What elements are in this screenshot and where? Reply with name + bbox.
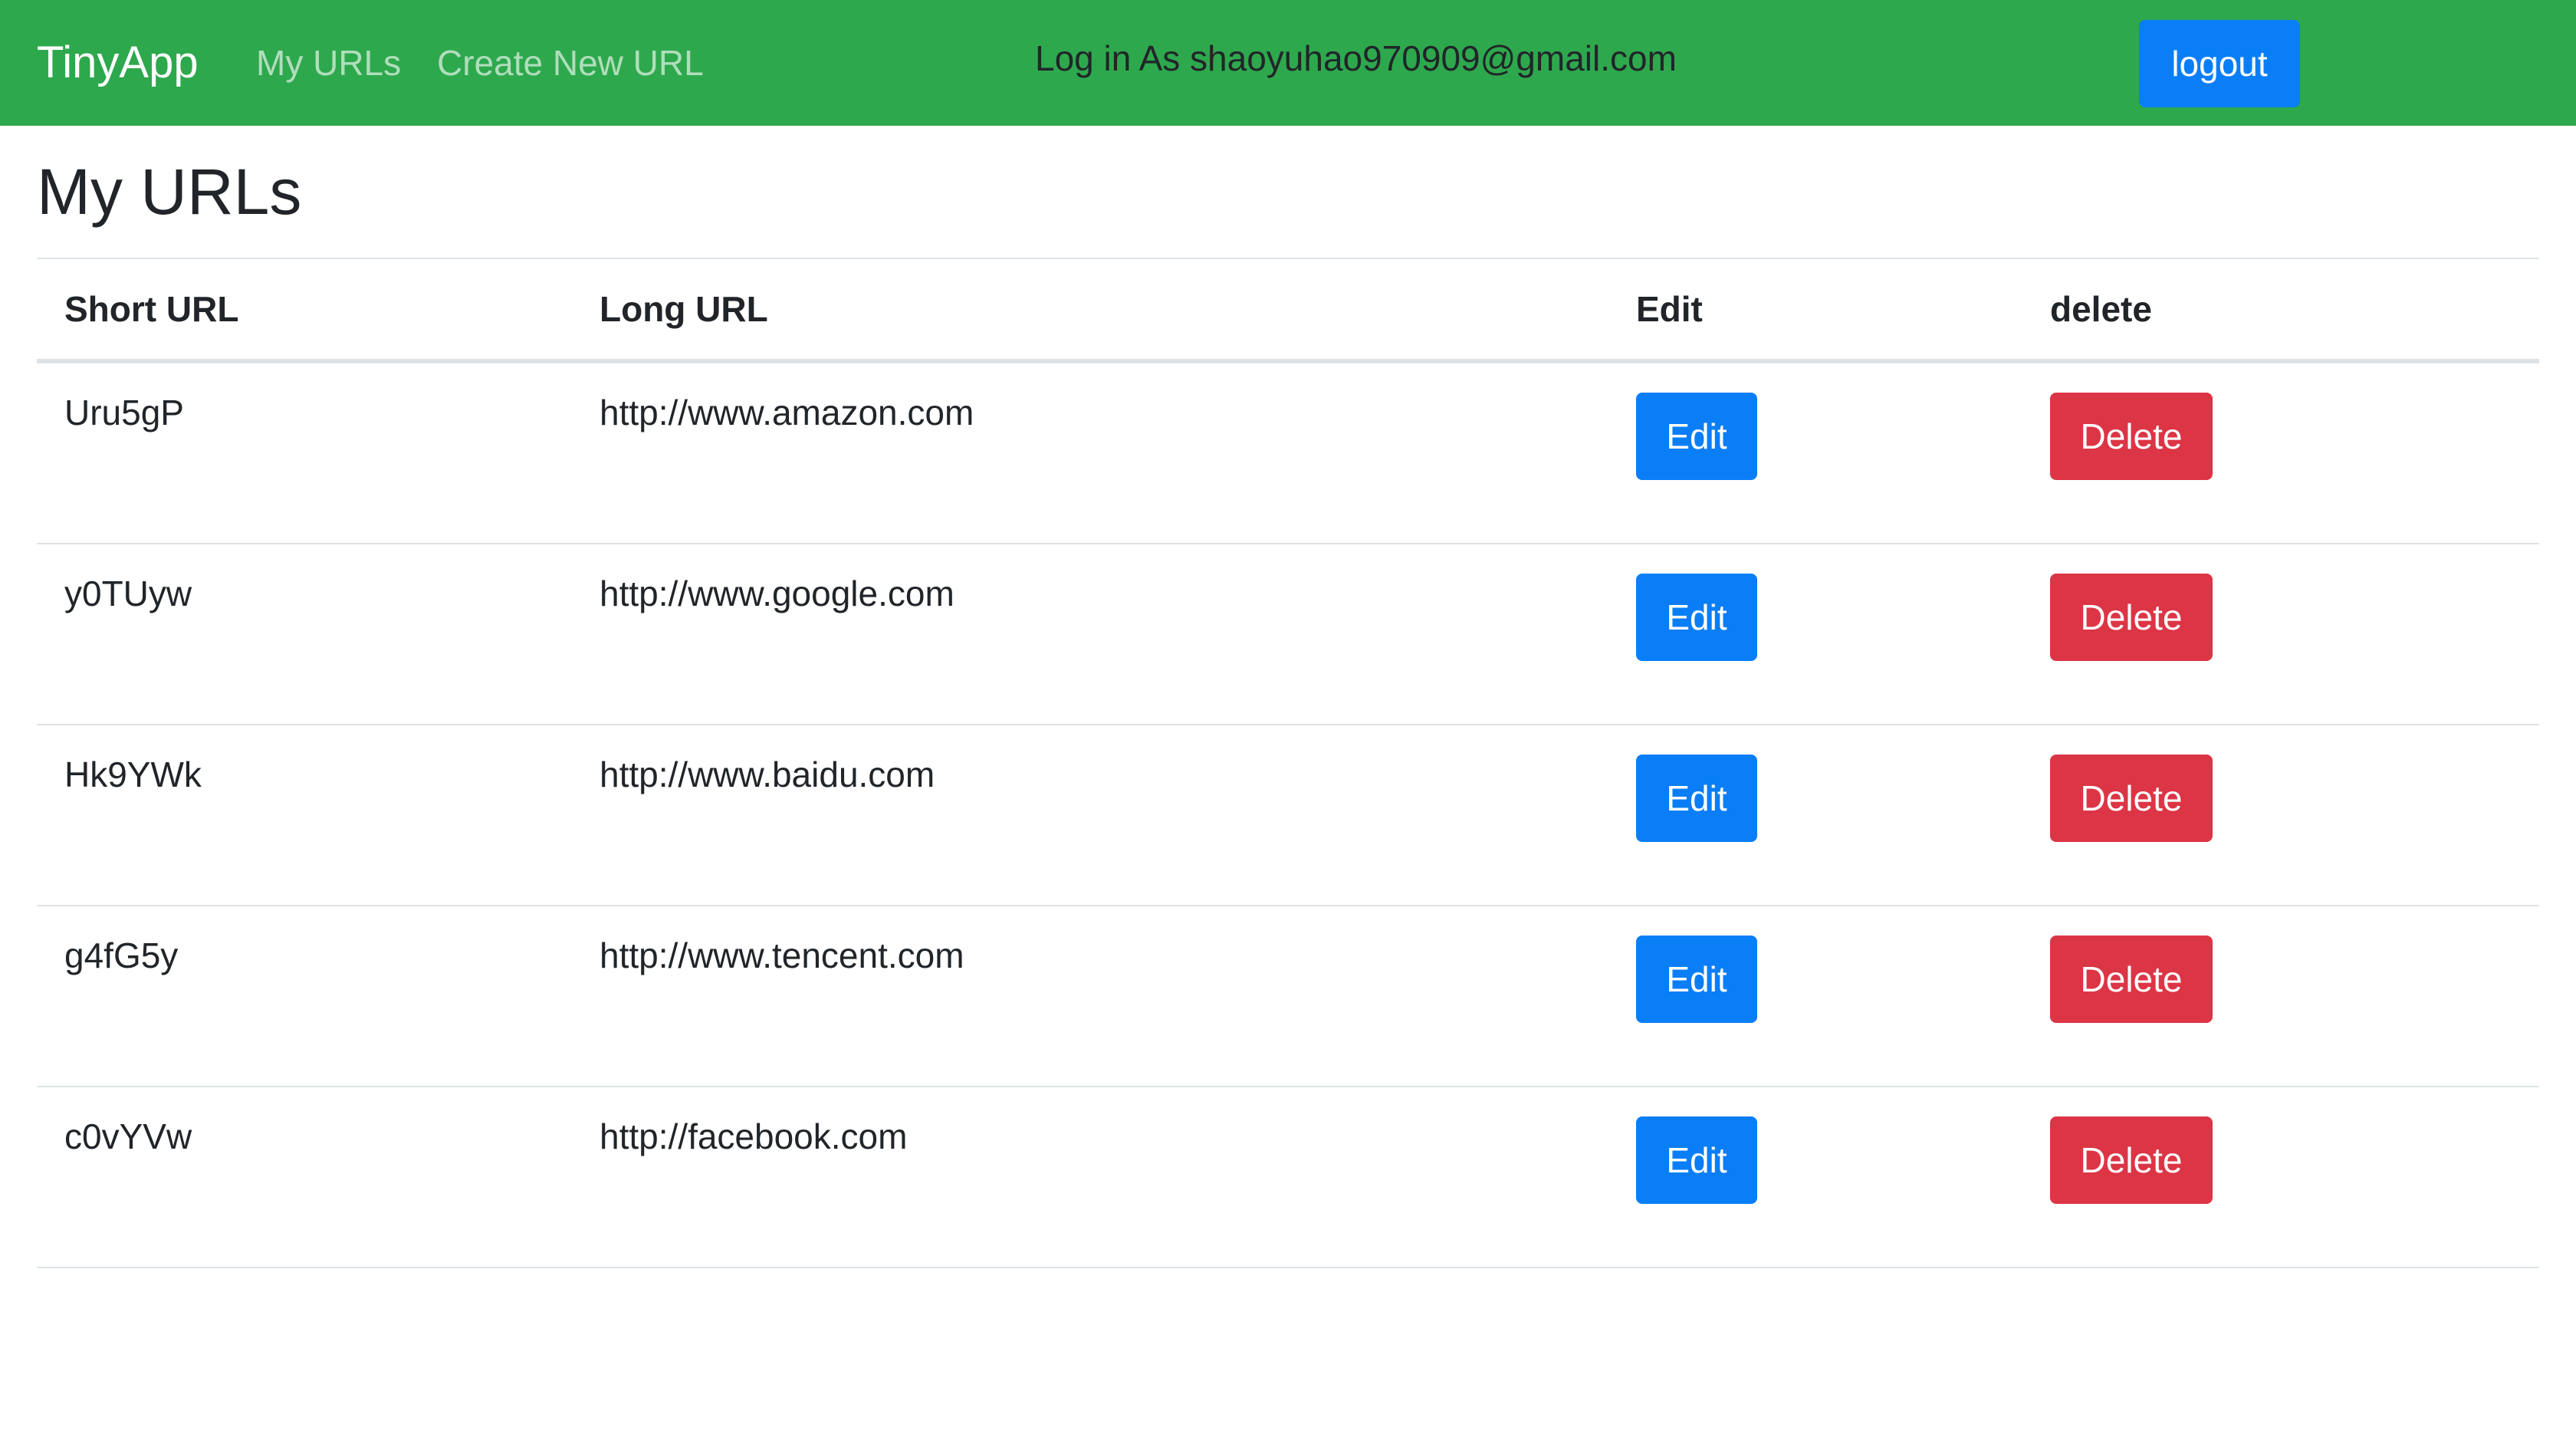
table-header: Short URL Long URL Edit delete <box>37 258 2539 363</box>
edit-cell: Edit <box>1608 725 2022 906</box>
nav-link-create-new-url[interactable]: Create New URL <box>437 31 704 95</box>
page-title: My URLs <box>37 156 302 228</box>
column-header-delete: delete <box>2022 258 2539 363</box>
short-url-text: Uru5gP <box>64 393 184 432</box>
column-header-long-url: Long URL <box>572 258 1608 363</box>
edit-button[interactable]: Edit <box>1636 574 1757 661</box>
delete-cell: Delete <box>2022 906 2539 1087</box>
table-row: g4fG5y http://www.tencent.com Edit Delet… <box>37 906 2539 1087</box>
long-url-cell: http://www.baidu.com <box>572 725 1608 906</box>
short-url-cell: Hk9YWk <box>37 725 572 906</box>
edit-cell: Edit <box>1608 1087 2022 1268</box>
short-url-text: Hk9YWk <box>64 755 202 794</box>
short-url-text: g4fG5y <box>64 936 179 975</box>
edit-cell: Edit <box>1608 361 2022 544</box>
long-url-cell: http://facebook.com <box>572 1087 1608 1268</box>
table-body: Uru5gP http://www.amazon.com Edit Delete… <box>37 361 2539 1268</box>
table-header-row: Short URL Long URL Edit delete <box>37 258 2539 363</box>
short-url-cell: Uru5gP <box>37 361 572 544</box>
table-row: c0vYVw http://facebook.com Edit Delete <box>37 1087 2539 1268</box>
edit-button[interactable]: Edit <box>1636 755 1757 842</box>
column-header-short-url: Short URL <box>37 258 572 363</box>
long-url-text: http://facebook.com <box>600 1116 908 1156</box>
edit-cell: Edit <box>1608 544 2022 725</box>
edit-cell: Edit <box>1608 906 2022 1087</box>
long-url-text: http://www.google.com <box>600 574 955 613</box>
column-header-edit: Edit <box>1608 258 2022 363</box>
edit-button[interactable]: Edit <box>1636 393 1757 480</box>
delete-button[interactable]: Delete <box>2050 393 2213 480</box>
short-url-cell: g4fG5y <box>37 906 572 1087</box>
login-status-text: Log in As shaoyuhao970909@gmail.com <box>1035 38 1677 78</box>
delete-button[interactable]: Delete <box>2050 755 2213 842</box>
short-url-cell: y0TUyw <box>37 544 572 725</box>
long-url-text: http://www.tencent.com <box>600 936 964 975</box>
delete-cell: Delete <box>2022 725 2539 906</box>
short-url-cell: c0vYVw <box>37 1087 572 1268</box>
edit-button[interactable]: Edit <box>1636 936 1757 1023</box>
long-url-cell: http://www.tencent.com <box>572 906 1608 1087</box>
long-url-text: http://www.baidu.com <box>600 755 935 794</box>
logout-button[interactable]: logout <box>2139 20 2300 107</box>
long-url-text: http://www.amazon.com <box>600 393 974 432</box>
short-url-text: y0TUyw <box>64 574 192 613</box>
table-row: y0TUyw http://www.google.com Edit Delete <box>37 544 2539 725</box>
nav-link-my-urls[interactable]: My URLs <box>256 31 401 95</box>
long-url-cell: http://www.google.com <box>572 544 1608 725</box>
top-navbar: TinyApp My URLs Create New URL Log in As… <box>0 0 2576 126</box>
delete-button[interactable]: Delete <box>2050 574 2213 661</box>
edit-button[interactable]: Edit <box>1636 1116 1757 1204</box>
delete-cell: Delete <box>2022 544 2539 725</box>
urls-table: Short URL Long URL Edit delete Uru5gP ht… <box>37 258 2539 1268</box>
main-content: My URLs Short URL Long URL Edit delete U… <box>37 126 2539 1268</box>
table-row: Hk9YWk http://www.baidu.com Edit Delete <box>37 725 2539 906</box>
delete-button[interactable]: Delete <box>2050 936 2213 1023</box>
delete-cell: Delete <box>2022 361 2539 544</box>
short-url-text: c0vYVw <box>64 1116 192 1156</box>
delete-button[interactable]: Delete <box>2050 1116 2213 1204</box>
brand-link[interactable]: TinyApp <box>37 31 199 95</box>
long-url-cell: http://www.amazon.com <box>572 361 1608 544</box>
delete-cell: Delete <box>2022 1087 2539 1268</box>
table-row: Uru5gP http://www.amazon.com Edit Delete <box>37 361 2539 544</box>
